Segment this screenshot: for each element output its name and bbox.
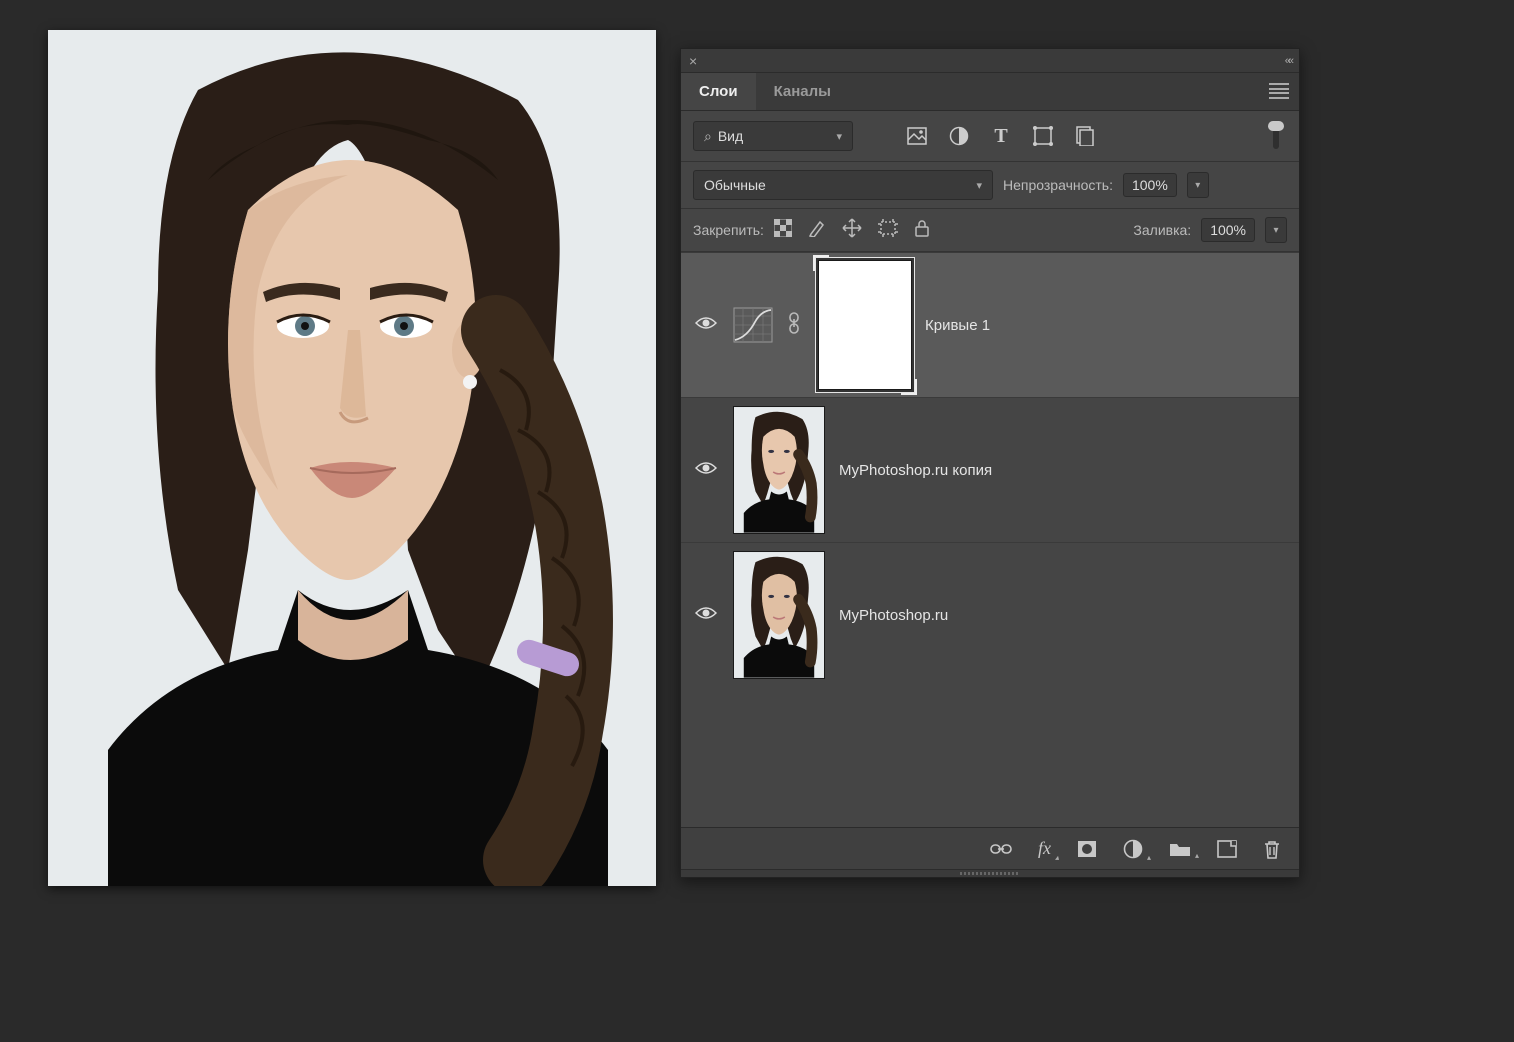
transparency-lock-icon[interactable] bbox=[774, 219, 792, 241]
layer-thumbnail[interactable] bbox=[733, 551, 825, 679]
canvas-image bbox=[48, 30, 656, 886]
collapse-panel-icon[interactable]: «« bbox=[1285, 55, 1291, 67]
blend-mode-dropdown[interactable]: Обычные ▾ bbox=[693, 170, 993, 200]
fill-chevron[interactable]: ▾ bbox=[1265, 217, 1287, 243]
visibility-eye-icon[interactable] bbox=[693, 605, 719, 626]
layer-row-curves[interactable]: Кривые 1 bbox=[681, 252, 1299, 397]
new-group-icon[interactable]: ▴ bbox=[1169, 841, 1191, 857]
curves-adjustment-icon[interactable] bbox=[733, 307, 773, 343]
panel-tabs: Слои Каналы bbox=[681, 73, 1299, 111]
opacity-label: Непрозрачность: bbox=[1003, 177, 1113, 193]
layer-name: MyPhotoshop.ru bbox=[839, 607, 948, 624]
layers-panel: × «« Слои Каналы ⌕ Вид ▾ T bbox=[680, 48, 1300, 878]
layer-filter-row: ⌕ Вид ▾ T bbox=[681, 111, 1299, 162]
link-layers-icon[interactable] bbox=[990, 842, 1012, 856]
layer-mask-thumbnail[interactable] bbox=[819, 261, 911, 389]
visibility-eye-icon[interactable] bbox=[693, 315, 719, 336]
link-icon[interactable] bbox=[787, 312, 805, 339]
layer-row-image-original[interactable]: MyPhotoshop.ru bbox=[681, 542, 1299, 687]
layer-name: MyPhotoshop.ru копия bbox=[839, 462, 992, 479]
shape-filter-icon[interactable] bbox=[1033, 126, 1053, 146]
layers-empty-area bbox=[681, 687, 1299, 827]
fx-icon[interactable]: fx▴ bbox=[1038, 838, 1051, 859]
panel-bottom-bar: fx▴ ▴ ▴ bbox=[681, 827, 1299, 869]
artboard-lock-icon[interactable] bbox=[878, 219, 898, 241]
layers-list: Кривые 1 MyPhotoshop.ru копия MyPhotosho… bbox=[681, 252, 1299, 827]
search-icon: ⌕ bbox=[704, 128, 712, 145]
lock-label: Закрепить: bbox=[693, 222, 764, 238]
paint-lock-icon[interactable] bbox=[808, 219, 826, 241]
delete-layer-icon[interactable] bbox=[1263, 839, 1281, 859]
panel-topbar: × «« bbox=[681, 49, 1299, 73]
lock-row: Закрепить: Заливка: 100% ▾ bbox=[681, 209, 1299, 252]
smart-filter-icon[interactable] bbox=[1075, 126, 1095, 146]
image-filter-icon[interactable] bbox=[907, 126, 927, 146]
filter-type-icons: T bbox=[907, 126, 1095, 146]
close-icon[interactable]: × bbox=[689, 53, 697, 69]
add-mask-icon[interactable] bbox=[1077, 840, 1097, 858]
new-layer-icon[interactable] bbox=[1217, 840, 1237, 858]
tab-layers[interactable]: Слои bbox=[681, 73, 756, 110]
type-filter-icon[interactable]: T bbox=[991, 126, 1011, 146]
filter-kind-dropdown[interactable]: ⌕ Вид ▾ bbox=[693, 121, 853, 151]
visibility-eye-icon[interactable] bbox=[693, 460, 719, 481]
panel-menu-icon[interactable] bbox=[1269, 83, 1289, 99]
move-lock-icon[interactable] bbox=[842, 218, 862, 242]
blend-row: Обычные ▾ Непрозрачность: 100% ▾ bbox=[681, 162, 1299, 209]
tab-channels[interactable]: Каналы bbox=[756, 73, 849, 110]
layer-row-image-copy[interactable]: MyPhotoshop.ru копия bbox=[681, 397, 1299, 542]
layer-thumbnail[interactable] bbox=[733, 406, 825, 534]
fill-label: Заливка: bbox=[1133, 222, 1191, 238]
new-adjustment-icon[interactable]: ▴ bbox=[1123, 839, 1143, 859]
filter-toggle[interactable] bbox=[1265, 121, 1287, 151]
layer-name: Кривые 1 bbox=[925, 317, 990, 334]
filter-kind-label: Вид bbox=[718, 128, 743, 144]
opacity-value[interactable]: 100% bbox=[1123, 173, 1177, 197]
lock-all-icon[interactable] bbox=[914, 219, 930, 241]
blend-mode-value: Обычные bbox=[704, 177, 766, 193]
panel-resize-gripper[interactable] bbox=[681, 869, 1299, 877]
chevron-down-icon: ▾ bbox=[836, 130, 842, 143]
chevron-down-icon: ▾ bbox=[976, 179, 982, 192]
adjustment-filter-icon[interactable] bbox=[949, 126, 969, 146]
fill-value[interactable]: 100% bbox=[1201, 218, 1255, 242]
opacity-chevron[interactable]: ▾ bbox=[1187, 172, 1209, 198]
